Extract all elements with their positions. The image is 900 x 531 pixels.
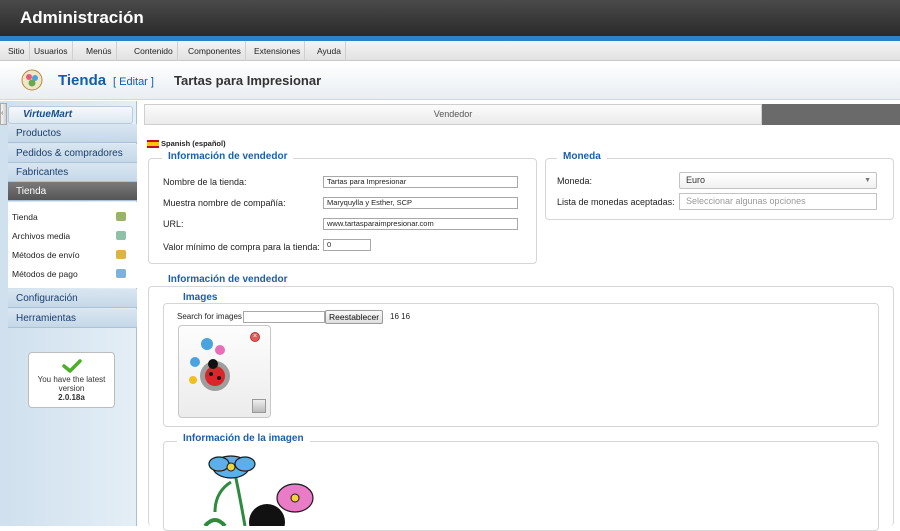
sidebar-item-fabricantes[interactable]: Fabricantes (8, 163, 137, 182)
truck-icon (116, 250, 126, 259)
sidebar-subitem-tienda[interactable]: Tienda (12, 209, 130, 225)
sidebar: VirtueMart Productos Pedidos & comprador… (0, 101, 137, 526)
sidebar-item-configuracion[interactable]: Configuración (8, 289, 137, 308)
version-box: You have the latest version 2.0.18a (28, 352, 115, 408)
url-field[interactable]: www.tartasparaimpresionar.com (323, 218, 518, 230)
ladybug-large-image (203, 455, 314, 526)
vendor-images-legend: Información de vendedor (162, 274, 294, 285)
search-images-label: Search for images (177, 312, 242, 321)
images-count: 16 16 (390, 312, 411, 321)
media-icon (116, 231, 126, 240)
menu-usuarios[interactable]: Usuarios (30, 41, 73, 61)
subitem-label: Archivos media (12, 231, 71, 241)
currency-fieldset (545, 158, 894, 220)
tab-bar: Vendedor (144, 104, 900, 125)
url-label: URL: (163, 219, 184, 229)
payment-icon (116, 269, 126, 278)
accepted-currencies-multiselect[interactable]: Seleccionar algunas opciones (679, 193, 877, 210)
currency-legend: Moneda (557, 151, 607, 162)
sidebar-subpanel: Tienda Archivos media Métodos de envío M… (8, 202, 137, 288)
page-title-bar: Tienda [ Editar ] Tartas para Impresiona… (0, 62, 900, 100)
main-menu-bar: Sitio Usuarios Menús Contenido Component… (0, 41, 900, 61)
tab-vendedor[interactable]: Vendedor (144, 104, 762, 125)
version-number: 2.0.18a (58, 393, 85, 402)
checkmark-icon (61, 359, 82, 373)
sidebar-subitem-pago[interactable]: Métodos de pago (12, 266, 130, 282)
menu-extensiones[interactable]: Extensiones (250, 41, 306, 61)
subitem-label: Métodos de pago (12, 269, 78, 279)
store-name-label: Nombre de la tienda: (163, 177, 247, 187)
ladybug-thumbnail-image (189, 338, 230, 391)
menu-sitio[interactable]: Sitio (4, 41, 30, 61)
reset-button[interactable]: Reestablecer (325, 310, 384, 324)
currency-select-value: Euro (686, 175, 706, 185)
search-images-input[interactable] (243, 311, 325, 323)
min-purchase-label: Valor mínimo de compra para la tienda: (163, 242, 320, 252)
currency-label: Moneda: (557, 176, 593, 186)
min-purchase-field[interactable]: 0 (323, 239, 371, 251)
menu-contenido[interactable]: Contenido (130, 41, 178, 61)
spain-flag-icon (147, 140, 159, 149)
sidebar-item-herramientas[interactable]: Herramientas (8, 309, 137, 328)
store-logo-icon (21, 69, 43, 91)
virtuemart-logo: VirtueMart (8, 106, 133, 124)
sidebar-item-tienda[interactable]: Tienda (8, 182, 137, 201)
sidebar-subitem-envio[interactable]: Métodos de envío (12, 247, 130, 263)
image-info-legend: Información de la imagen (177, 433, 310, 444)
version-text: You have the latest version (37, 375, 106, 393)
menu-ayuda[interactable]: Ayuda (313, 41, 346, 61)
shop-name-title: Tartas para Impresionar (174, 73, 322, 88)
sidebar-toggle-handle[interactable]: ‹ (0, 103, 7, 125)
accepted-currencies-label: Lista de monedas aceptadas: (557, 197, 675, 207)
store-icon (116, 212, 126, 221)
admin-title: Administración (20, 8, 144, 27)
edit-label[interactable]: [ Editar ] (113, 76, 154, 88)
language-label: Spanish (español) (161, 139, 226, 148)
subitem-label: Métodos de envío (12, 250, 80, 260)
vendor-info-legend: Información de vendedor (162, 151, 294, 162)
subitem-label: Tienda (12, 212, 38, 222)
tab-placeholder (762, 104, 900, 125)
image-edit-icon[interactable] (252, 399, 266, 413)
chevron-down-icon: ▼ (864, 177, 871, 184)
image-thumbnail-card[interactable]: × (178, 325, 271, 418)
page-title: Tienda (58, 72, 107, 89)
sidebar-subitem-media[interactable]: Archivos media (12, 228, 130, 244)
delete-icon[interactable]: × (250, 332, 260, 342)
admin-header: Administración (0, 0, 900, 36)
images-legend: Images (177, 292, 224, 303)
store-name-field[interactable]: Tartas para Impresionar (323, 176, 518, 188)
sidebar-item-productos[interactable]: Productos (8, 124, 137, 143)
menu-componentes[interactable]: Componentes (184, 41, 246, 61)
menu-menus[interactable]: Menús (82, 41, 117, 61)
sidebar-item-pedidos[interactable]: Pedidos & compradores (8, 144, 137, 163)
currency-select[interactable]: Euro ▼ (679, 172, 877, 189)
company-name-label: Muestra nombre de compañía: (163, 198, 286, 208)
company-name-field[interactable]: Maryquylla y Esther, SCP (323, 197, 518, 209)
language-indicator: Spanish (español) (147, 139, 226, 149)
